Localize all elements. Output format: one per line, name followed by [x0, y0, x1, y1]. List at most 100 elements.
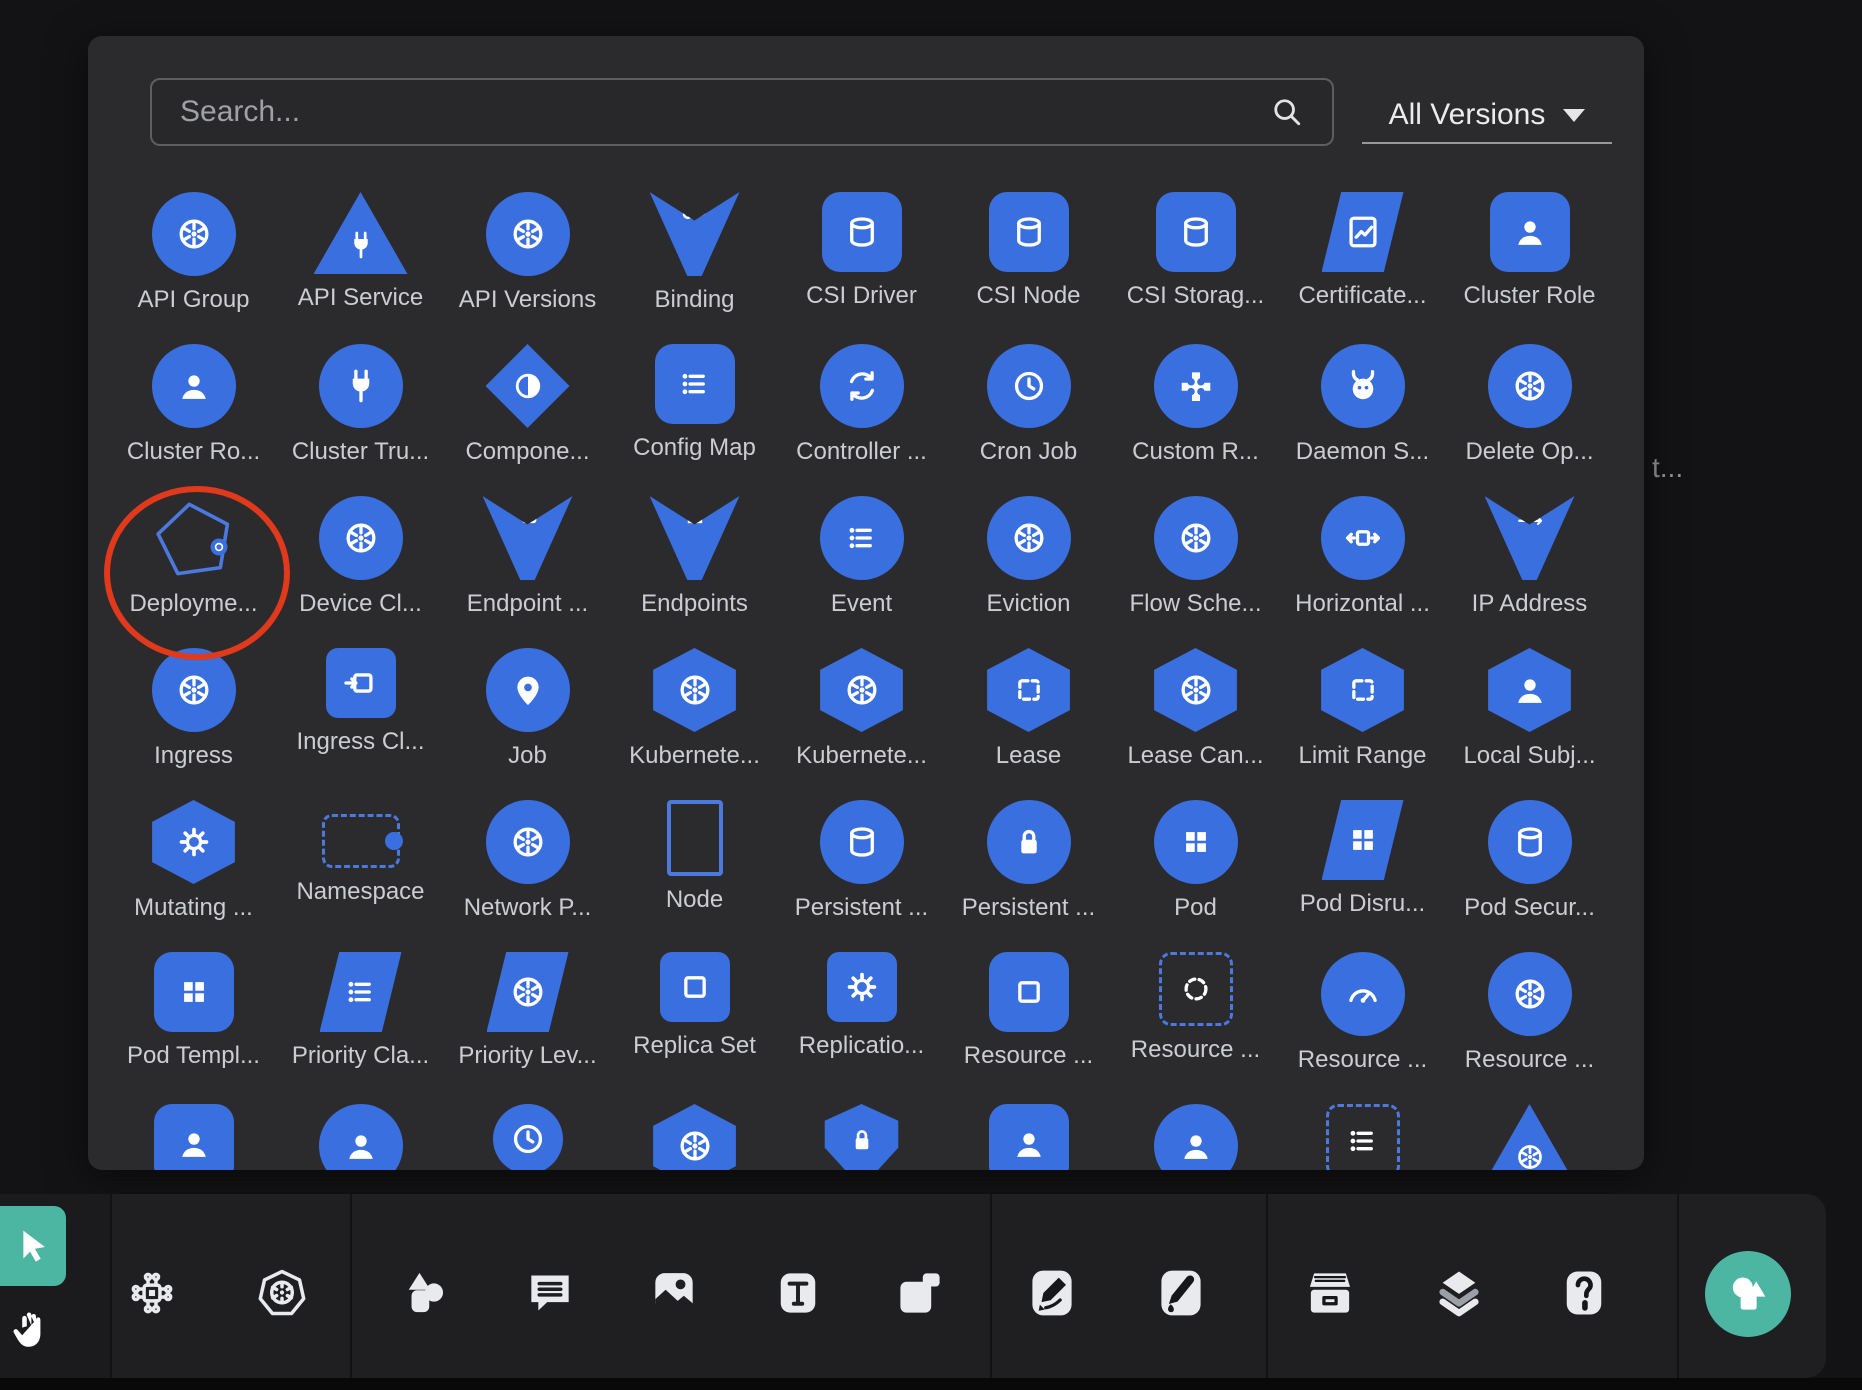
library-item-endpoints[interactable]: Endpoints: [611, 496, 778, 648]
tool-text[interactable]: [766, 1251, 830, 1335]
library-item[interactable]: [1279, 1104, 1446, 1170]
tool-select-active[interactable]: [0, 1206, 66, 1286]
tool-help[interactable]: [1552, 1251, 1616, 1335]
library-item-namespace[interactable]: Namespace: [277, 800, 444, 952]
library-item-compone[interactable]: Compone...: [444, 344, 611, 496]
plug-icon: [314, 192, 408, 274]
tool-shapes[interactable]: [394, 1251, 458, 1335]
library-item-job[interactable]: Job: [444, 648, 611, 800]
tool-kubernetes-library[interactable]: [250, 1251, 314, 1335]
version-filter-dropdown[interactable]: All Versions: [1362, 88, 1612, 144]
library-item-pod-templ[interactable]: Pod Templ...: [110, 952, 277, 1104]
library-item-persistent[interactable]: Persistent ...: [778, 800, 945, 952]
library-item[interactable]: [110, 1104, 277, 1170]
library-item-api-versions[interactable]: API Versions: [444, 192, 611, 344]
library-item-label: Horizontal ...: [1295, 590, 1430, 618]
library-item-controller[interactable]: Controller ...: [778, 344, 945, 496]
tool-archive[interactable]: [1298, 1251, 1362, 1335]
library-item-cluster-ro[interactable]: Cluster Ro...: [110, 344, 277, 496]
library-item-kubernete[interactable]: Kubernete...: [778, 648, 945, 800]
library-item-label: Priority Cla...: [292, 1042, 429, 1070]
library-item-label: CSI Storag...: [1127, 282, 1264, 310]
library-item[interactable]: [444, 1104, 611, 1170]
library-item-cron-job[interactable]: Cron Job: [945, 344, 1112, 496]
library-item[interactable]: [778, 1104, 945, 1170]
library-item-priority-cla[interactable]: Priority Cla...: [277, 952, 444, 1104]
library-item-resource[interactable]: Resource ...: [1446, 952, 1613, 1104]
library-item-resource[interactable]: Resource ...: [945, 952, 1112, 1104]
library-item-csi-driver[interactable]: CSI Driver: [778, 192, 945, 344]
library-item-pod-disru[interactable]: Pod Disru...: [1279, 800, 1446, 952]
library-item-pod[interactable]: Pod: [1112, 800, 1279, 952]
wheel-icon: [1151, 648, 1241, 732]
library-item-endpoint[interactable]: Endpoint ...: [444, 496, 611, 648]
library-item-cluster-role[interactable]: Cluster Role: [1446, 192, 1613, 344]
library-item-ingress-cl[interactable]: Ingress Cl...: [277, 648, 444, 800]
library-item[interactable]: [945, 1104, 1112, 1170]
pod-icon: [1154, 800, 1238, 884]
tool-pen[interactable]: [1020, 1251, 1084, 1335]
library-item-kubernete[interactable]: Kubernete...: [611, 648, 778, 800]
library-item-local-subj[interactable]: Local Subj...: [1446, 648, 1613, 800]
library-item-replicatio[interactable]: Replicatio...: [778, 952, 945, 1104]
library-item-eviction[interactable]: Eviction: [945, 496, 1112, 648]
library-item-replica-set[interactable]: Replica Set: [611, 952, 778, 1104]
clock-icon: [987, 344, 1071, 428]
person-icon: [152, 344, 236, 428]
library-item[interactable]: [1112, 1104, 1279, 1170]
search-input[interactable]: [152, 95, 1268, 129]
library-item-binding[interactable]: Binding: [611, 192, 778, 344]
tool-graph-view[interactable]: [120, 1251, 184, 1335]
toolbar-divider: [990, 1194, 992, 1378]
tool-pencil[interactable]: [1149, 1251, 1213, 1335]
library-item-horizontal[interactable]: Horizontal ...: [1279, 496, 1446, 648]
library-item-flow-sche[interactable]: Flow Sche...: [1112, 496, 1279, 648]
pin-icon: [486, 648, 570, 732]
library-item-limit-range[interactable]: Limit Range: [1279, 648, 1446, 800]
library-item-daemon-s[interactable]: Daemon S...: [1279, 344, 1446, 496]
library-item[interactable]: [1446, 1104, 1613, 1170]
library-item-ip-address[interactable]: IP Address: [1446, 496, 1613, 648]
list-icon: [320, 952, 402, 1032]
library-item-csi-storag[interactable]: CSI Storag...: [1112, 192, 1279, 344]
tool-note[interactable]: [888, 1251, 952, 1335]
library-item-csi-node[interactable]: CSI Node: [945, 192, 1112, 344]
library-item-device-cl[interactable]: Device Cl...: [277, 496, 444, 648]
library-item-label: Binding: [654, 286, 734, 314]
library-item-resource[interactable]: Resource ...: [1112, 952, 1279, 1104]
library-item-custom-r[interactable]: Custom R...: [1112, 344, 1279, 496]
tool-image[interactable]: [642, 1251, 706, 1335]
library-item-config-map[interactable]: Config Map: [611, 344, 778, 496]
toolbar-divider: [1266, 1194, 1268, 1378]
library-item-delete-op[interactable]: Delete Op...: [1446, 344, 1613, 496]
library-item-resource[interactable]: Resource ...: [1279, 952, 1446, 1104]
library-item-api-service[interactable]: API Service: [277, 192, 444, 344]
db-icon: [820, 800, 904, 884]
select-icon: [12, 1225, 54, 1267]
tool-shapes-logo[interactable]: [1705, 1251, 1791, 1337]
library-item-node[interactable]: Node: [611, 800, 778, 952]
library-item-deployme[interactable]: Deployme...: [110, 496, 277, 648]
library-item-label: Ingress Cl...: [296, 728, 424, 756]
library-item-lease[interactable]: Lease: [945, 648, 1112, 800]
library-item-label: Delete Op...: [1465, 438, 1593, 466]
library-item-network-p[interactable]: Network P...: [444, 800, 611, 952]
tool-layers[interactable]: [1427, 1251, 1491, 1335]
library-item-certificate[interactable]: Certificate...: [1279, 192, 1446, 344]
library-item-mutating[interactable]: Mutating ...: [110, 800, 277, 952]
library-item-api-group[interactable]: API Group: [110, 192, 277, 344]
library-item-lease-can[interactable]: Lease Can...: [1112, 648, 1279, 800]
library-item-pod-secur[interactable]: Pod Secur...: [1446, 800, 1613, 952]
library-item-ingress[interactable]: Ingress: [110, 648, 277, 800]
library-item-persistent[interactable]: Persistent ...: [945, 800, 1112, 952]
library-item[interactable]: [277, 1104, 444, 1170]
tool-hand[interactable]: [8, 1298, 56, 1358]
library-item[interactable]: [611, 1104, 778, 1170]
library-item-priority-lev[interactable]: Priority Lev...: [444, 952, 611, 1104]
library-item-label: API Versions: [459, 286, 596, 314]
tool-comment[interactable]: [518, 1251, 582, 1335]
library-item-event[interactable]: Event: [778, 496, 945, 648]
library-item-label: Node: [666, 886, 723, 914]
circd-icon: [1159, 952, 1233, 1026]
library-item-cluster-tru[interactable]: Cluster Tru...: [277, 344, 444, 496]
